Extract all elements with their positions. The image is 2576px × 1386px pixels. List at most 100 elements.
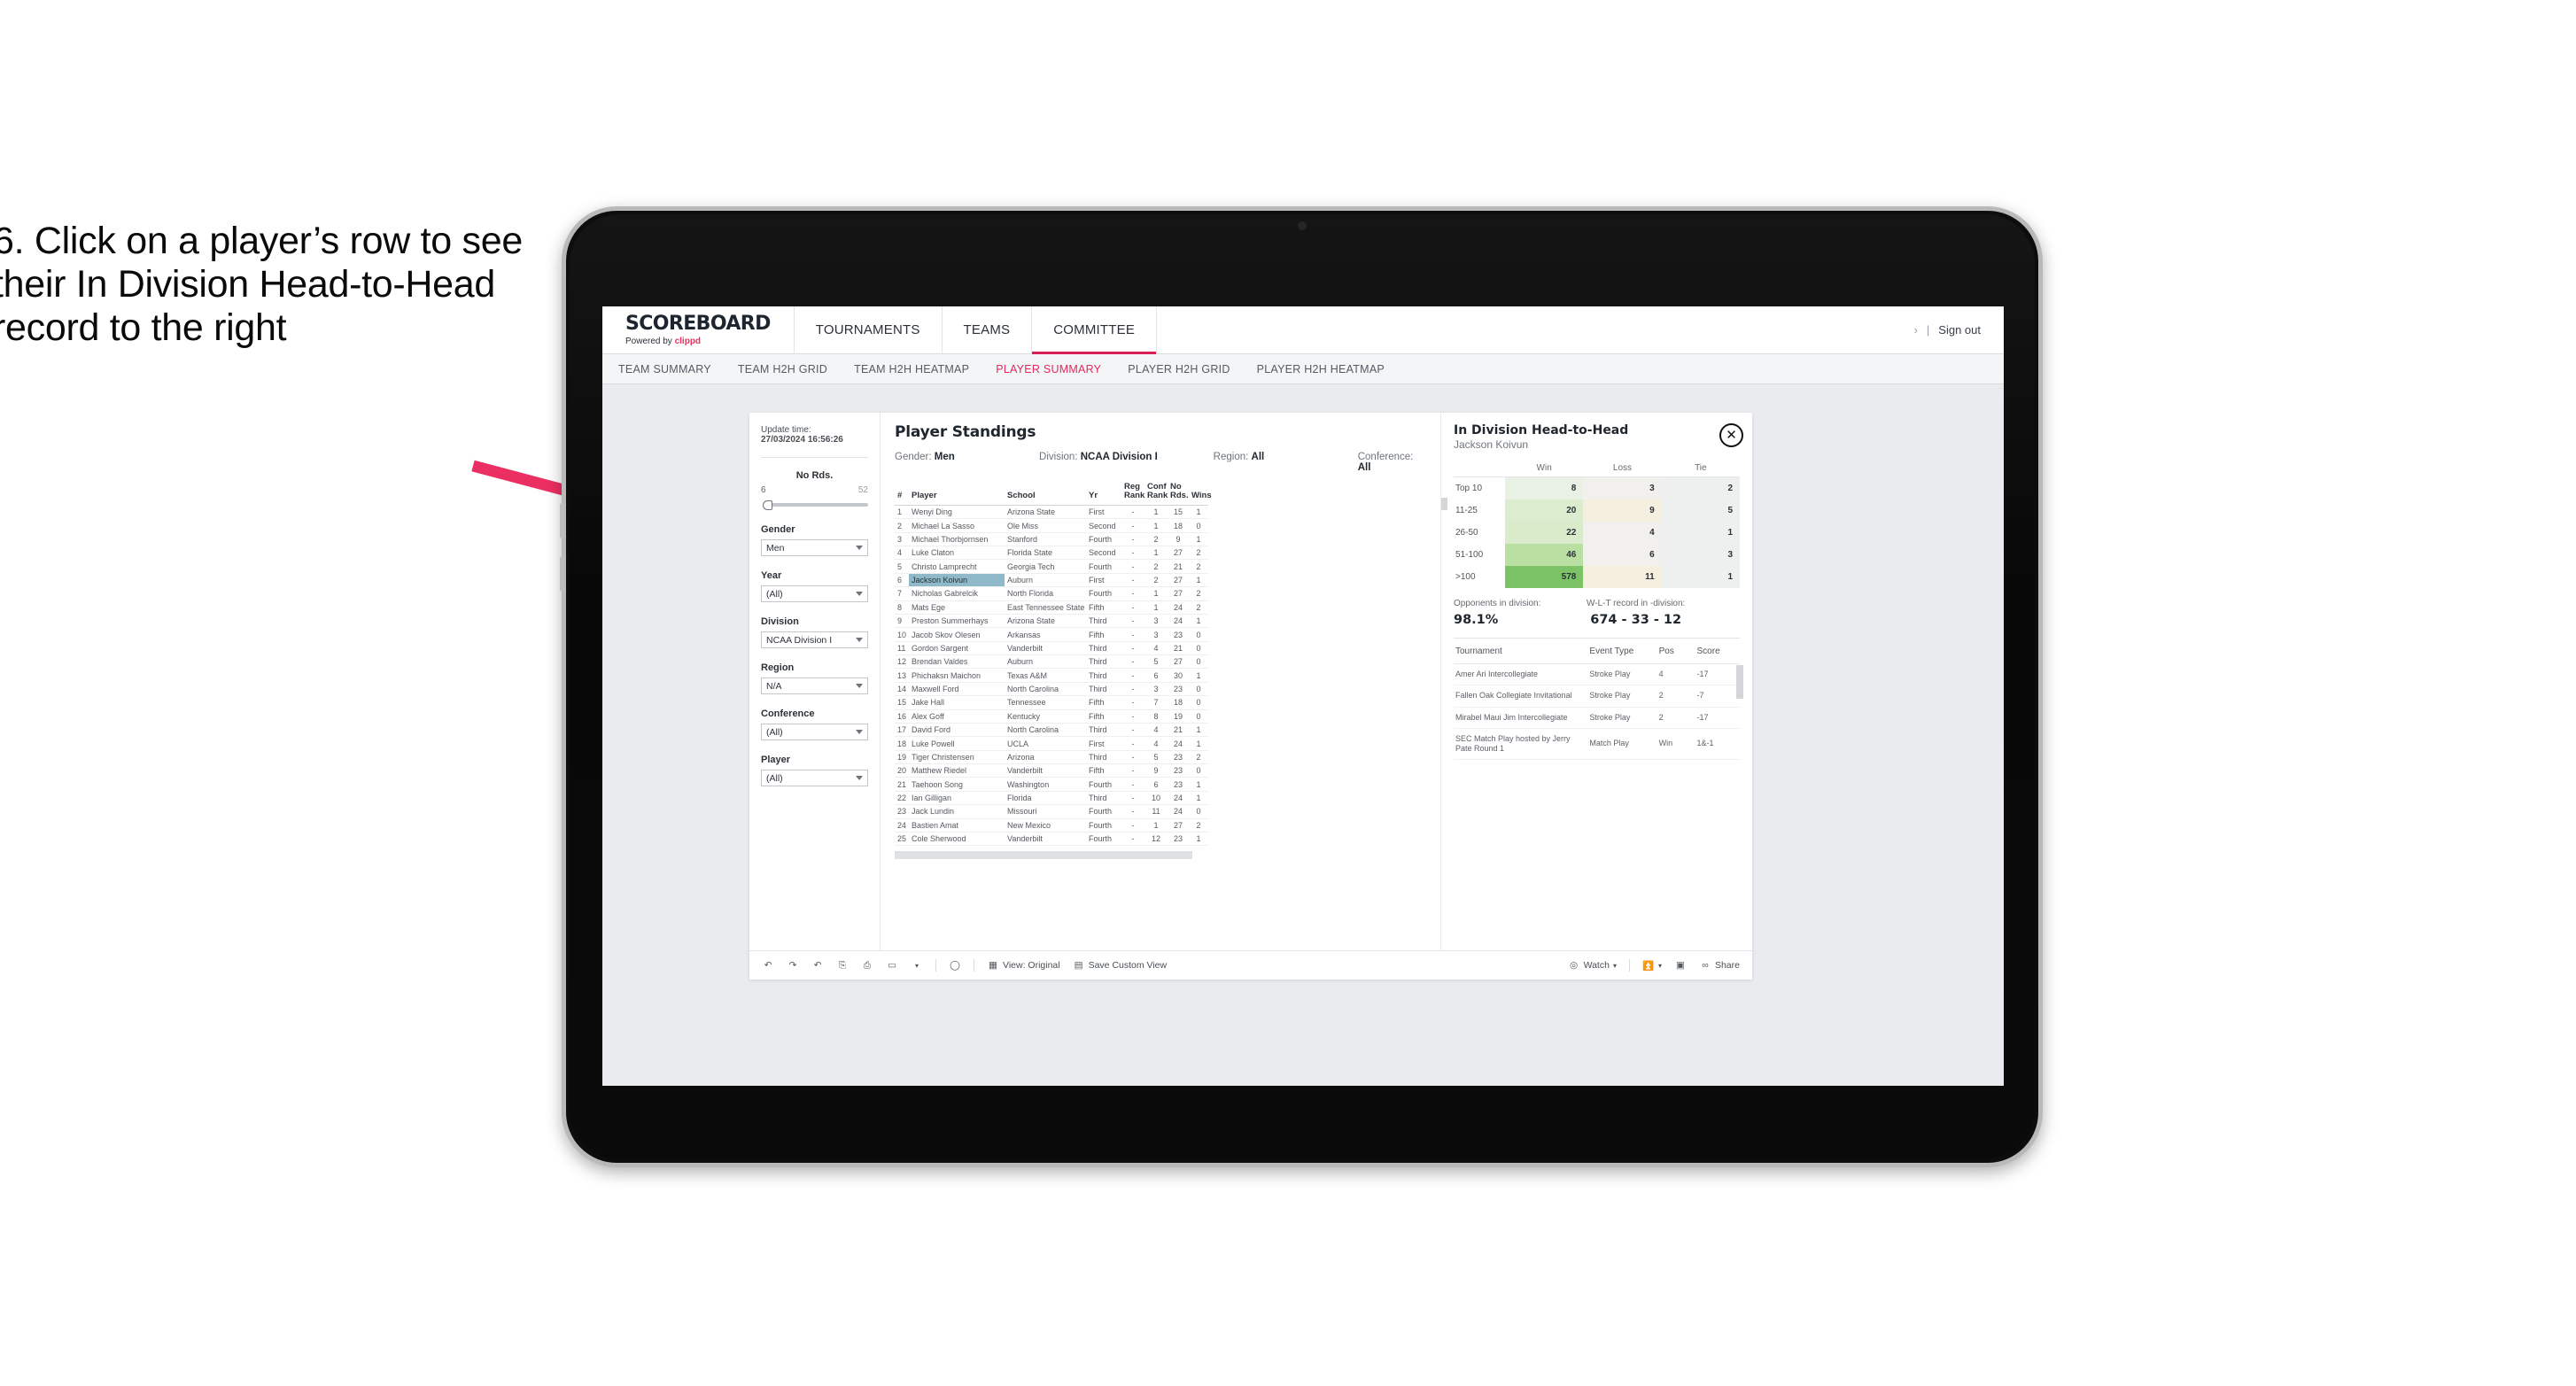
save-custom-view-button[interactable]: ▤ Save Custom View <box>1073 959 1167 972</box>
no-rounds-slider[interactable] <box>761 499 868 510</box>
share-button[interactable]: ∞ Share <box>1699 959 1740 972</box>
year-select[interactable]: (All) <box>761 585 868 602</box>
close-icon[interactable]: ✕ <box>1719 423 1743 447</box>
table-row[interactable]: 16 Alex Goff Kentucky Fifth -8 19 0 <box>895 709 1208 724</box>
tournament-row[interactable]: Amer Ari Intercollegiate Stroke Play 4 -17 <box>1454 663 1740 686</box>
player-conf-rank-cell: 3 <box>1144 614 1168 629</box>
watch-button[interactable]: ◎ Watch ▾ <box>1568 959 1617 972</box>
tab-team-summary[interactable]: TEAM SUMMARY <box>618 363 711 376</box>
player-wins-cell: 1 <box>1189 777 1208 792</box>
tab-player-h2h-heatmap[interactable]: PLAYER H2H HEATMAP <box>1257 363 1385 376</box>
tournament-pos-cell: 4 <box>1657 663 1695 686</box>
table-row[interactable]: 13 Phichaksn Maichon Texas A&M Third -6 30 1 <box>895 668 1208 683</box>
table-row[interactable]: 11 Gordon Sargent Vanderbilt Third -4 21 0 <box>895 641 1208 656</box>
brand-logo[interactable]: SCOREBOARD Powered by clippd <box>602 306 795 353</box>
table-row[interactable]: 9 Preston Summerhays Arizona State Third -3 2… <box>895 614 1208 629</box>
tournament-type-cell: Stroke Play <box>1587 685 1657 708</box>
player-reg-rank-cell: - <box>1121 668 1144 683</box>
player-year-cell: Second <box>1086 518 1121 533</box>
player-school-cell: North Florida <box>1005 586 1086 601</box>
player-conf-rank-cell: 2 <box>1144 573 1168 588</box>
division-select[interactable]: NCAA Division I <box>761 631 868 648</box>
table-row[interactable]: 1 Wenyi Ding Arizona State First -1 15 1 <box>895 505 1208 520</box>
sign-out-link[interactable]: Sign out <box>1938 323 1981 337</box>
revert-icon[interactable]: ↶ <box>811 959 824 972</box>
region-select[interactable]: N/A <box>761 678 868 694</box>
gender-select[interactable]: Men <box>761 539 868 556</box>
h2h-tie-cell: 2 <box>1661 476 1740 499</box>
player-wins-cell: 2 <box>1189 600 1208 615</box>
download-button[interactable]: ⏫ ▾ <box>1642 959 1662 972</box>
table-row[interactable]: 22 Ian Gilligan Florida Third -10 24 1 <box>895 791 1208 806</box>
table-row[interactable]: 25 Cole Sherwood Vanderbilt Fourth -12 23 1 <box>895 832 1208 847</box>
player-select[interactable]: (All) <box>761 770 868 786</box>
table-row[interactable]: 10 Jacob Skov Olesen Arkansas Fifth -3 23 0 <box>895 627 1208 642</box>
chevron-down-icon[interactable]: ▾ <box>911 959 923 972</box>
tournament-row[interactable]: Mirabel Maui Jim Intercollegiate Stroke P… <box>1454 707 1740 729</box>
nav-tab-committee[interactable]: COMMITTEE <box>1032 306 1158 354</box>
device-layout-icon[interactable]: ▭ <box>886 959 898 972</box>
conference-select[interactable]: (All) <box>761 724 868 740</box>
view-original-button[interactable]: ▦ View: Original <box>987 959 1060 972</box>
table-row[interactable]: 17 David Ford North Carolina Third -4 21 1 <box>895 723 1208 738</box>
col-player[interactable]: Player <box>909 482 1005 506</box>
pause-updates-icon[interactable]: ⎙ <box>861 959 873 972</box>
table-row[interactable]: 12 Brendan Valdes Auburn Third -5 27 0 <box>895 654 1208 670</box>
table-row[interactable]: 5 Christo Lamprecht Georgia Tech Fourth -2 21… <box>895 559 1208 574</box>
table-row[interactable]: 2 Michael La Sasso Ole Miss Second -1 18 0 <box>895 518 1208 533</box>
col-no-rds[interactable]: No Rds. <box>1168 482 1189 506</box>
table-row[interactable]: 23 Jack Lundin Missouri Fourth -11 24 0 <box>895 804 1208 819</box>
volume-up-button[interactable] <box>560 503 564 538</box>
tab-player-h2h-grid[interactable]: PLAYER H2H GRID <box>1128 363 1230 376</box>
undo-icon[interactable]: ↶ <box>762 959 774 972</box>
table-row[interactable]: 15 Jake Hall Tennessee Fifth -7 18 0 <box>895 695 1208 710</box>
chevron-right-icon[interactable]: › <box>1914 323 1918 337</box>
col-year[interactable]: Yr <box>1086 482 1121 506</box>
col-rank[interactable]: # <box>895 482 909 506</box>
player-school-cell: Vanderbilt <box>1005 832 1086 847</box>
player-year-cell: Fourth <box>1086 832 1121 847</box>
refresh-data-icon[interactable]: ⎘ <box>836 959 849 972</box>
tournament-row[interactable]: Fallen Oak Collegiate Invitational Stroke… <box>1454 685 1740 708</box>
table-row[interactable]: 6 Jackson Koivun Auburn First -2 27 1 <box>895 573 1208 588</box>
table-row[interactable]: 24 Bastien Amat New Mexico Fourth -1 27 2 <box>895 818 1208 832</box>
tab-team-h2h-heatmap[interactable]: TEAM H2H HEATMAP <box>854 363 969 376</box>
workspace: Update time: 27/03/2024 16:56:26 No Rds.… <box>602 384 2004 1085</box>
slider-handle[interactable] <box>763 500 772 510</box>
col-conf-rank[interactable]: Conf Rank <box>1144 482 1168 506</box>
tournament-row[interactable]: SEC Match Play hosted by Jerry Pate Roun… <box>1454 728 1740 761</box>
h2h-bucket-label: 51-100 <box>1455 550 1484 560</box>
tournament-scrollbar[interactable] <box>1736 665 1743 699</box>
player-rank-cell: 18 <box>895 736 909 751</box>
redo-icon[interactable]: ↷ <box>787 959 799 972</box>
col-reg-rank[interactable]: Reg Rank <box>1121 482 1144 506</box>
player-no-rds-cell: 23 <box>1168 832 1189 847</box>
tournament-score-cell: -7 <box>1695 685 1740 708</box>
table-row[interactable]: 3 Michael Thorbjornsen Stanford Fourth -2 9 1 <box>895 532 1208 547</box>
table-row[interactable]: 4 Luke Claton Florida State Second -1 27 2 <box>895 546 1208 561</box>
table-row[interactable]: 18 Luke Powell UCLA First -4 24 1 <box>895 736 1208 751</box>
table-row[interactable]: 7 Nicholas Gabrelcik North Florida Fourth -1… <box>895 586 1208 601</box>
nav-tab-tournaments[interactable]: TOURNAMENTS <box>795 306 943 353</box>
table-row[interactable]: 19 Tiger Christensen Arizona Third -5 23 2 <box>895 750 1208 765</box>
gender-value: Men <box>766 542 785 554</box>
player-no-rds-cell: 30 <box>1168 668 1189 683</box>
table-horizontal-scrollbar[interactable] <box>895 851 1192 860</box>
col-wins[interactable]: Wins <box>1189 482 1212 506</box>
player-conf-rank-cell: 5 <box>1144 750 1168 765</box>
fullscreen-icon[interactable]: ▣ <box>1674 959 1687 972</box>
col-school[interactable]: School <box>1005 482 1086 506</box>
table-row[interactable]: 14 Maxwell Ford North Carolina Third -3 23 0 <box>895 682 1208 697</box>
history-icon[interactable]: ◯ <box>949 959 961 972</box>
player-conf-rank-cell: 9 <box>1144 763 1168 778</box>
tab-team-h2h-grid[interactable]: TEAM H2H GRID <box>738 363 827 376</box>
nav-tab-teams[interactable]: TEAMS <box>943 306 1033 353</box>
table-row[interactable]: 20 Matthew Riedel Vanderbilt Fifth -9 23 0 <box>895 763 1208 778</box>
player-name-cell: Luke Powell <box>909 736 1005 751</box>
tab-player-summary[interactable]: PLAYER SUMMARY <box>996 363 1101 376</box>
table-row[interactable]: 21 Taehoon Song Washington Fourth -6 23 1 <box>895 777 1208 792</box>
summary-stats: Opponents in division: 98.1% W-L-T recor… <box>1454 599 1740 636</box>
table-row[interactable]: 8 Mats Ege East Tennessee State Fifth -1 24 2 <box>895 600 1208 615</box>
volume-down-button[interactable] <box>560 556 564 592</box>
brand-subtitle: Powered by clippd <box>625 337 771 346</box>
